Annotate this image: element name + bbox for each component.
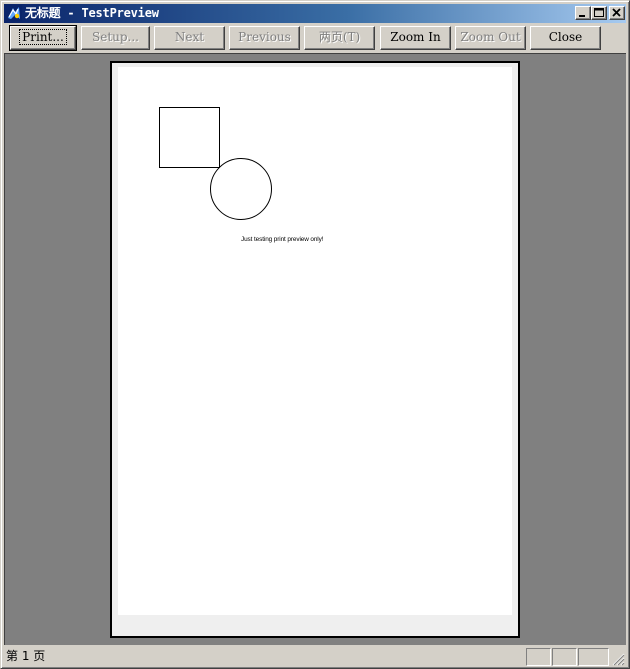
minimize-button[interactable]	[575, 6, 591, 20]
two-page-button[interactable]: 两页(T)	[304, 26, 375, 50]
square-shape	[159, 107, 220, 168]
print-button[interactable]: Print...	[9, 25, 77, 51]
status-pane-1	[526, 648, 551, 666]
minimize-icon	[579, 15, 585, 17]
setup-button[interactable]: Setup...	[81, 26, 150, 50]
preview-area[interactable]: Just testing print preview only!	[4, 53, 626, 645]
page-drawing	[159, 107, 272, 220]
two-page-button-label: 两页(T)	[318, 30, 361, 44]
next-button[interactable]: Next	[154, 26, 225, 50]
preview-page[interactable]: Just testing print preview only!	[118, 67, 512, 615]
status-bar: 第 1 页	[4, 646, 626, 666]
zoom-in-button[interactable]: Zoom In	[380, 26, 451, 50]
status-pane-3	[578, 648, 609, 666]
zoom-out-button-label: Zoom Out	[460, 30, 521, 44]
close-preview-button[interactable]: Close	[530, 26, 601, 50]
application-window: 无标题 - TestPreview Print... Setup... Next	[0, 0, 630, 669]
app-icon[interactable]	[6, 5, 22, 21]
title-bar[interactable]: 无标题 - TestPreview	[4, 4, 626, 23]
next-button-label: Next	[174, 30, 205, 44]
circle-shape	[210, 158, 272, 220]
close-icon	[612, 8, 621, 17]
print-button-label: Print...	[19, 29, 67, 45]
maximize-button[interactable]	[591, 6, 607, 20]
close-window-button[interactable]	[609, 6, 625, 20]
page-indicator: 第 1 页	[6, 649, 46, 663]
maximize-icon	[594, 8, 604, 17]
status-pane-2	[552, 648, 577, 666]
preview-text: Just testing print preview only!	[241, 236, 324, 243]
zoom-out-button[interactable]: Zoom Out	[455, 26, 526, 50]
previous-button[interactable]: Previous	[229, 26, 300, 50]
previous-button-label: Previous	[238, 30, 291, 44]
page-frame[interactable]: Just testing print preview only!	[110, 61, 520, 638]
close-preview-button-label: Close	[548, 30, 583, 44]
setup-button-label: Setup...	[92, 30, 139, 44]
resize-grip-icon[interactable]	[612, 653, 625, 666]
toolbar: Print... Setup... Next Previous 两页(T) Zo…	[4, 24, 626, 52]
zoom-in-button-label: Zoom In	[390, 30, 441, 44]
window-title: 无标题 - TestPreview	[25, 6, 159, 20]
